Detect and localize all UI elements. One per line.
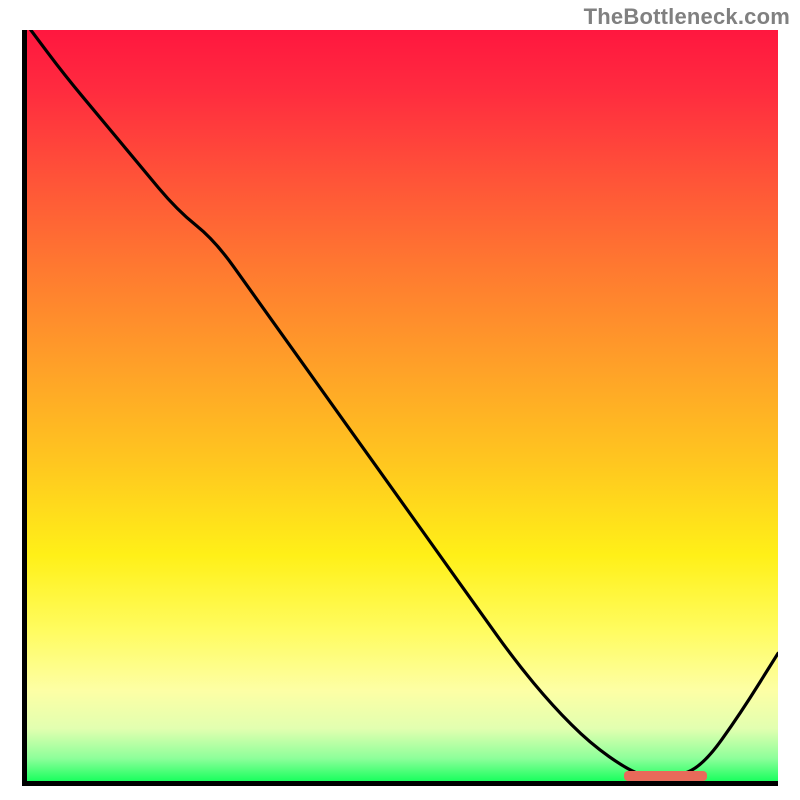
chart-svg: [27, 30, 778, 781]
chart-container: TheBottleneck.com: [0, 0, 800, 800]
curve-group: [31, 30, 778, 778]
curve-path: [31, 30, 778, 778]
trough-marker: [624, 771, 707, 781]
watermark-text: TheBottleneck.com: [584, 4, 790, 30]
plot-area: [22, 30, 778, 786]
